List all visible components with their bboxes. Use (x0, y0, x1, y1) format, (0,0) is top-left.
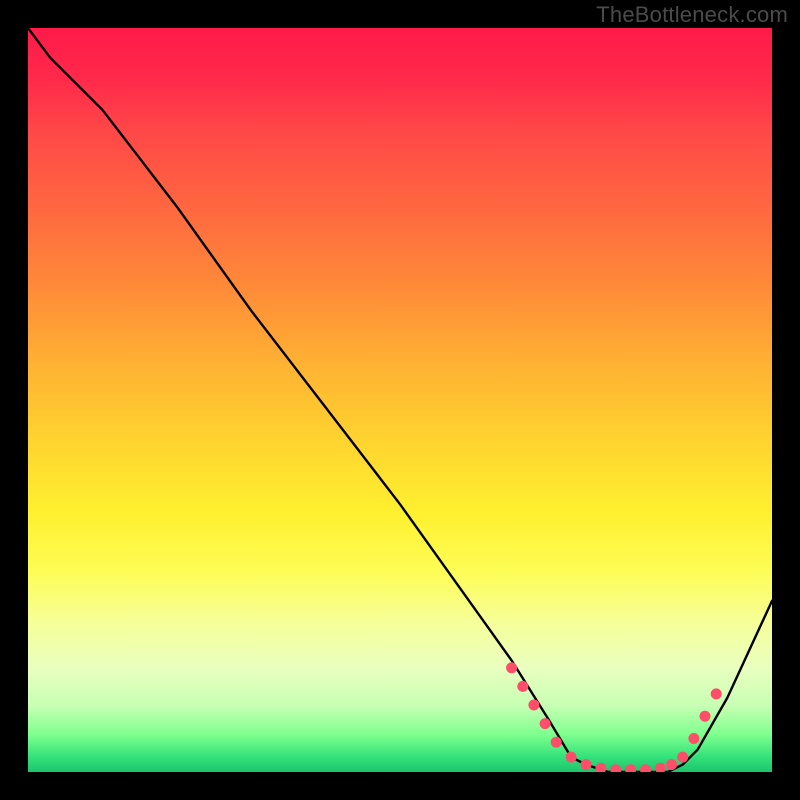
marker-dot (551, 737, 562, 748)
marker-dot (666, 759, 677, 770)
marker-dot (517, 681, 528, 692)
marker-dot (528, 700, 539, 711)
watermark-text: TheBottleneck.com (596, 2, 788, 28)
marker-dot (640, 764, 651, 772)
marker-dot (677, 752, 688, 763)
plot-gradient-area (28, 28, 772, 772)
marker-dot (700, 711, 711, 722)
chart-frame: TheBottleneck.com (0, 0, 800, 800)
marker-dot (625, 764, 636, 772)
marker-dot (506, 662, 517, 673)
marker-dot (566, 752, 577, 763)
marker-dot (581, 759, 592, 770)
curve-svg (28, 28, 772, 772)
bottleneck-curve (28, 28, 772, 772)
marker-dot (711, 688, 722, 699)
marker-dot (595, 763, 606, 772)
marker-dot (540, 718, 551, 729)
marker-dot (655, 763, 666, 772)
marker-dot (610, 764, 621, 772)
marker-dot (688, 733, 699, 744)
marker-dots-group (506, 662, 722, 772)
